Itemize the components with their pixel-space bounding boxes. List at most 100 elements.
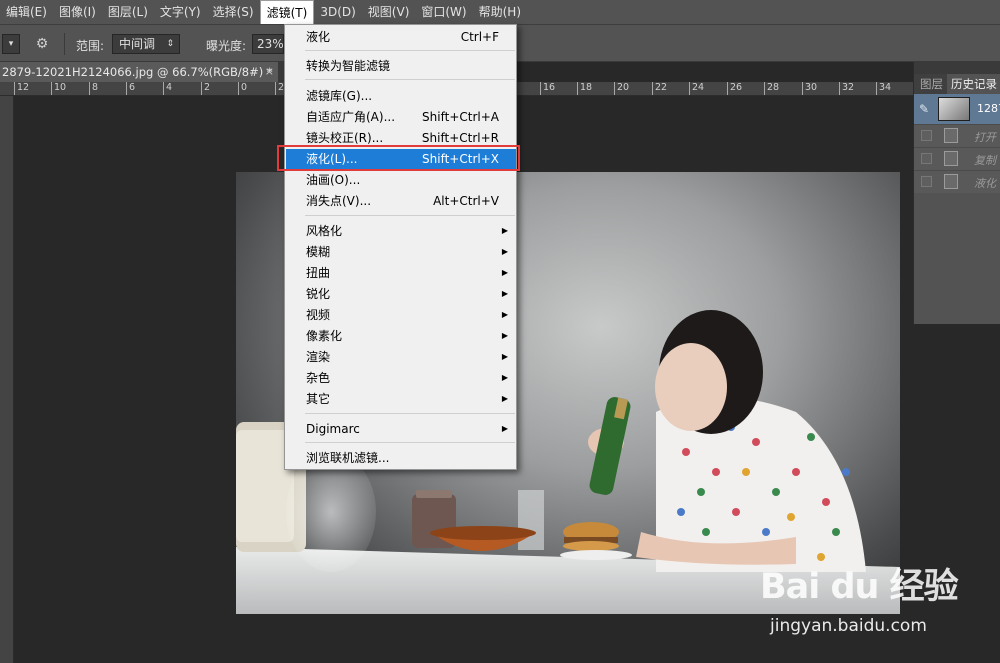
- menu-item-other[interactable]: 其它 ▶: [286, 389, 516, 409]
- submenu-arrow-icon: ▶: [501, 226, 508, 235]
- tab-history[interactable]: 历史记录: [947, 74, 1000, 94]
- menu-divider: [305, 442, 515, 443]
- menu-item-label: 液化(L)...: [306, 152, 358, 166]
- chevron-updown-icon: ⇕: [166, 39, 174, 49]
- document-tab[interactable]: 2879-12021H2124066.jpg @ 66.7%(RGB/8#) *…: [0, 62, 278, 82]
- menu-divider: [305, 215, 515, 216]
- menu-item-shortcut: Alt+Ctrl+V: [433, 194, 499, 208]
- history-step-label: 复制: [974, 154, 996, 167]
- watermark-url: jingyan.baidu.com: [770, 616, 927, 636]
- document-icon: [944, 174, 958, 189]
- history-source-checkbox[interactable]: [921, 176, 932, 187]
- document-icon: [944, 128, 958, 143]
- menu-divider: [305, 50, 515, 51]
- menu-view[interactable]: 视图(V): [362, 0, 416, 24]
- submenu-arrow-icon: ▶: [501, 373, 508, 382]
- submenu-arrow-icon: ▶: [501, 331, 508, 340]
- menu-item-label: 滤镜库(G)...: [306, 89, 373, 103]
- menu-item-label: Digimarc: [306, 422, 360, 436]
- menu-item-label: 油画(O)...: [306, 173, 361, 187]
- snapshot-thumbnail: [938, 97, 970, 121]
- history-step-label: 液化: [974, 177, 996, 190]
- menu-item-lens-correction[interactable]: 镜头校正(R)... Shift+Ctrl+R: [286, 128, 516, 148]
- menu-item-blur[interactable]: 模糊 ▶: [286, 242, 516, 262]
- range-value: 中间调: [119, 37, 156, 51]
- close-icon[interactable]: ×: [265, 62, 274, 82]
- menu-item-stylize[interactable]: 风格化 ▶: [286, 221, 516, 241]
- menu-type[interactable]: 文字(Y): [154, 0, 207, 24]
- menu-item-label: 杂色: [306, 371, 331, 385]
- menu-edit[interactable]: 编辑(E): [0, 0, 53, 24]
- panel-collapse-bar[interactable]: [914, 62, 1000, 74]
- history-source-checkbox[interactable]: [921, 153, 932, 164]
- brush-settings-icon[interactable]: ⚙: [32, 34, 52, 54]
- menu-layer[interactable]: 图层(L): [102, 0, 154, 24]
- menu-item-label: 液化: [306, 30, 331, 44]
- menu-item-sharpen[interactable]: 锐化 ▶: [286, 284, 516, 304]
- history-snapshot[interactable]: ✎ 1287: [914, 94, 1000, 124]
- menu-item-liquify[interactable]: 液化(L)... Shift+Ctrl+X: [286, 149, 516, 169]
- menu-item-label: 镜头校正(R)...: [306, 131, 384, 145]
- menu-divider: [305, 79, 515, 80]
- ruler-tick: 2: [201, 82, 210, 95]
- menu-item-noise[interactable]: 杂色 ▶: [286, 368, 516, 388]
- menu-item-video[interactable]: 视频 ▶: [286, 305, 516, 325]
- history-brush-icon[interactable]: ✎: [919, 102, 929, 116]
- menu-item-last-filter[interactable]: 液化 Ctrl+F: [286, 27, 516, 47]
- document-tab-bar: 2879-12021H2124066.jpg @ 66.7%(RGB/8#) *…: [0, 62, 290, 82]
- document-title: 2879-12021H2124066.jpg @ 66.7%(RGB/8#) *: [2, 65, 273, 79]
- menu-help[interactable]: 帮助(H): [473, 0, 527, 24]
- ruler-tick: 18: [577, 82, 592, 95]
- exposure-label: 曝光度:: [206, 39, 247, 53]
- ruler-tick: 26: [727, 82, 742, 95]
- menu-item-label: 像素化: [306, 329, 343, 343]
- menu-item-convert-smart-filter[interactable]: 转换为智能滤镜: [286, 56, 516, 76]
- menu-item-shortcut: Ctrl+F: [460, 30, 499, 44]
- ruler-tick: 22: [652, 82, 667, 95]
- menu-item-digimarc[interactable]: Digimarc ▶: [286, 419, 516, 439]
- menu-item-browse-filters-online[interactable]: 浏览联机滤镜...: [286, 448, 516, 468]
- ruler-tick: 10: [51, 82, 66, 95]
- menu-item-label: 锐化: [306, 287, 331, 301]
- menu-filter[interactable]: 滤镜(T): [259, 0, 315, 24]
- menu-image[interactable]: 图像(I): [53, 0, 102, 24]
- menu-item-oil-paint[interactable]: 油画(O)...: [286, 170, 516, 190]
- submenu-arrow-icon: ▶: [501, 352, 508, 361]
- menu-item-label: 模糊: [306, 245, 331, 259]
- menu-item-distort[interactable]: 扭曲 ▶: [286, 263, 516, 283]
- snapshot-label: 1287: [977, 102, 1000, 115]
- menu-item-pixelate[interactable]: 像素化 ▶: [286, 326, 516, 346]
- history-step[interactable]: 复制: [914, 147, 1000, 170]
- history-step[interactable]: 打开: [914, 124, 1000, 147]
- ruler-tick: 24: [689, 82, 704, 95]
- tool-preset-dropdown[interactable]: ▾: [2, 34, 20, 54]
- divider: [64, 33, 65, 55]
- menu-item-render[interactable]: 渲染 ▶: [286, 347, 516, 367]
- vertical-ruler: [0, 96, 14, 663]
- history-source-checkbox[interactable]: [921, 130, 932, 141]
- ruler-tick: 30: [802, 82, 817, 95]
- menu-3d[interactable]: 3D(D): [314, 0, 361, 24]
- menu-window[interactable]: 窗口(W): [415, 0, 472, 24]
- ruler-tick: 0: [238, 82, 247, 95]
- menu-item-shortcut: Shift+Ctrl+X: [422, 152, 499, 166]
- range-select[interactable]: 中间调 ⇕: [112, 34, 180, 54]
- history-step-label: 打开: [974, 131, 996, 144]
- history-panel: 图层 历史记录 ✎ 1287 打开 复制 液化: [913, 62, 1000, 324]
- history-step[interactable]: 液化: [914, 170, 1000, 193]
- menu-item-label: 自适应广角(A)...: [306, 110, 396, 124]
- menu-select[interactable]: 选择(S): [207, 0, 260, 24]
- menu-item-label: 消失点(V)...: [306, 194, 372, 208]
- ruler-tick: 34: [876, 82, 891, 95]
- menu-item-vanishing-point[interactable]: 消失点(V)... Alt+Ctrl+V: [286, 191, 516, 211]
- menu-item-shortcut: Shift+Ctrl+R: [421, 131, 499, 145]
- submenu-arrow-icon: ▶: [501, 247, 508, 256]
- menu-item-label: 扭曲: [306, 266, 331, 280]
- watermark: Bai du 经验 jingyan.baidu.com: [760, 558, 959, 648]
- tab-layers[interactable]: 图层: [920, 74, 943, 94]
- ruler-tick: 16: [540, 82, 555, 95]
- exposure-input[interactable]: 23%: [252, 34, 284, 54]
- menu-item-filter-gallery[interactable]: 滤镜库(G)...: [286, 86, 516, 106]
- range-label: 范围:: [76, 39, 105, 53]
- menu-item-adaptive-wide-angle[interactable]: 自适应广角(A)... Shift+Ctrl+A: [286, 107, 516, 127]
